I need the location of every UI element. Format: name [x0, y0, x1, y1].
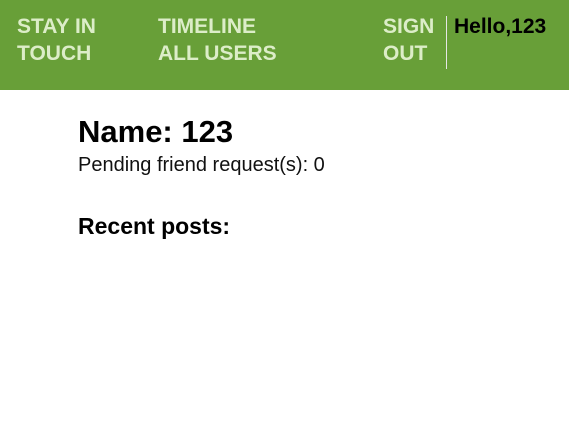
- brand-link[interactable]: STAY IN TOUCH: [17, 13, 96, 67]
- brand-line-1: STAY IN: [17, 15, 96, 38]
- brand-line-2: TOUCH: [17, 42, 92, 65]
- timeline-link[interactable]: TIMELINE: [158, 13, 277, 40]
- sign-out-line-1: SIGN: [383, 15, 435, 38]
- nav-divider: [446, 16, 447, 69]
- all-users-link[interactable]: ALL USERS: [158, 40, 277, 67]
- recent-posts-heading: Recent posts:: [78, 213, 231, 239]
- nav-links-group: TIMELINE ALL USERS: [158, 13, 277, 67]
- sign-out-line-2: OUT: [383, 42, 428, 65]
- pending-requests-text: Pending friend request(s): 0: [78, 154, 325, 176]
- profile-content: Name: 123 Pending friend request(s): 0 R…: [78, 112, 548, 241]
- top-navbar: STAY IN TOUCH TIMELINE ALL USERS SIGN OU…: [0, 0, 569, 90]
- profile-name-heading: Name: 123: [78, 114, 234, 149]
- user-greeting: Hello,123: [454, 15, 547, 38]
- sign-out-link[interactable]: SIGN OUT: [383, 13, 434, 67]
